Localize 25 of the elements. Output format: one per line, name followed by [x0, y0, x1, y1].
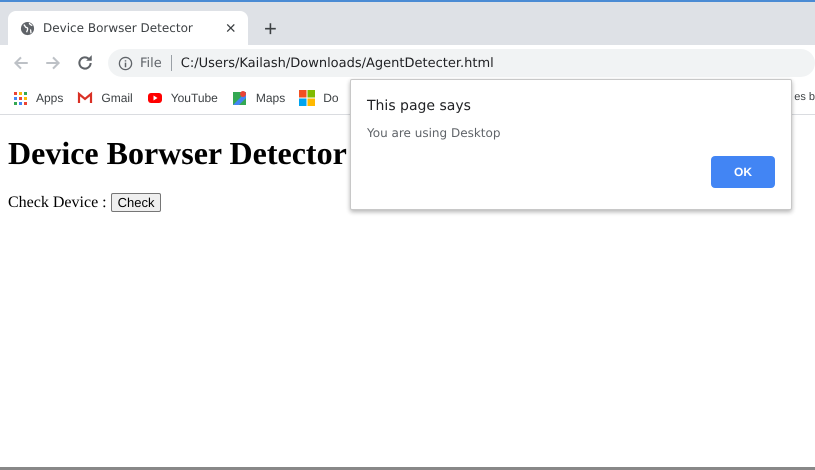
bookmark-item[interactable]: Do: [299, 90, 339, 106]
close-tab-button[interactable]: ×: [223, 19, 238, 37]
bookmark-item[interactable]: YouTube: [146, 90, 218, 106]
bookmark-item[interactable]: es b: [794, 91, 815, 103]
tab-title: Device Borwser Detector: [43, 21, 194, 35]
address-bar[interactable]: File C:/Users/Kailash/Downloads/AgentDetecter.html: [108, 49, 815, 77]
check-device-label: Check Device :: [8, 194, 107, 212]
new-tab-button[interactable]: +: [258, 17, 283, 41]
check-button[interactable]: Check: [110, 193, 162, 212]
mail-icon: [77, 90, 94, 106]
globe-icon: [20, 20, 35, 36]
browser-tab[interactable]: Device Borwser Detector ×: [8, 11, 248, 45]
reload-icon[interactable]: [76, 54, 94, 72]
info-icon[interactable]: [118, 56, 133, 70]
grid-icon: [12, 90, 28, 106]
bookmark-item[interactable]: Maps: [232, 90, 286, 106]
scheme-label: File: [140, 56, 162, 70]
windows-icon: [299, 90, 316, 106]
bookmark-item[interactable]: Apps: [12, 90, 64, 106]
ok-button[interactable]: OK: [711, 156, 775, 188]
dialog-message: You are using Desktop: [367, 126, 502, 140]
map-icon: [232, 90, 248, 106]
dialog-title: This page says: [367, 98, 472, 114]
url-text: C:/Users/Kailash/Downloads/AgentDetecter.html: [180, 56, 494, 70]
bookmark-item[interactable]: Gmail: [77, 90, 133, 106]
